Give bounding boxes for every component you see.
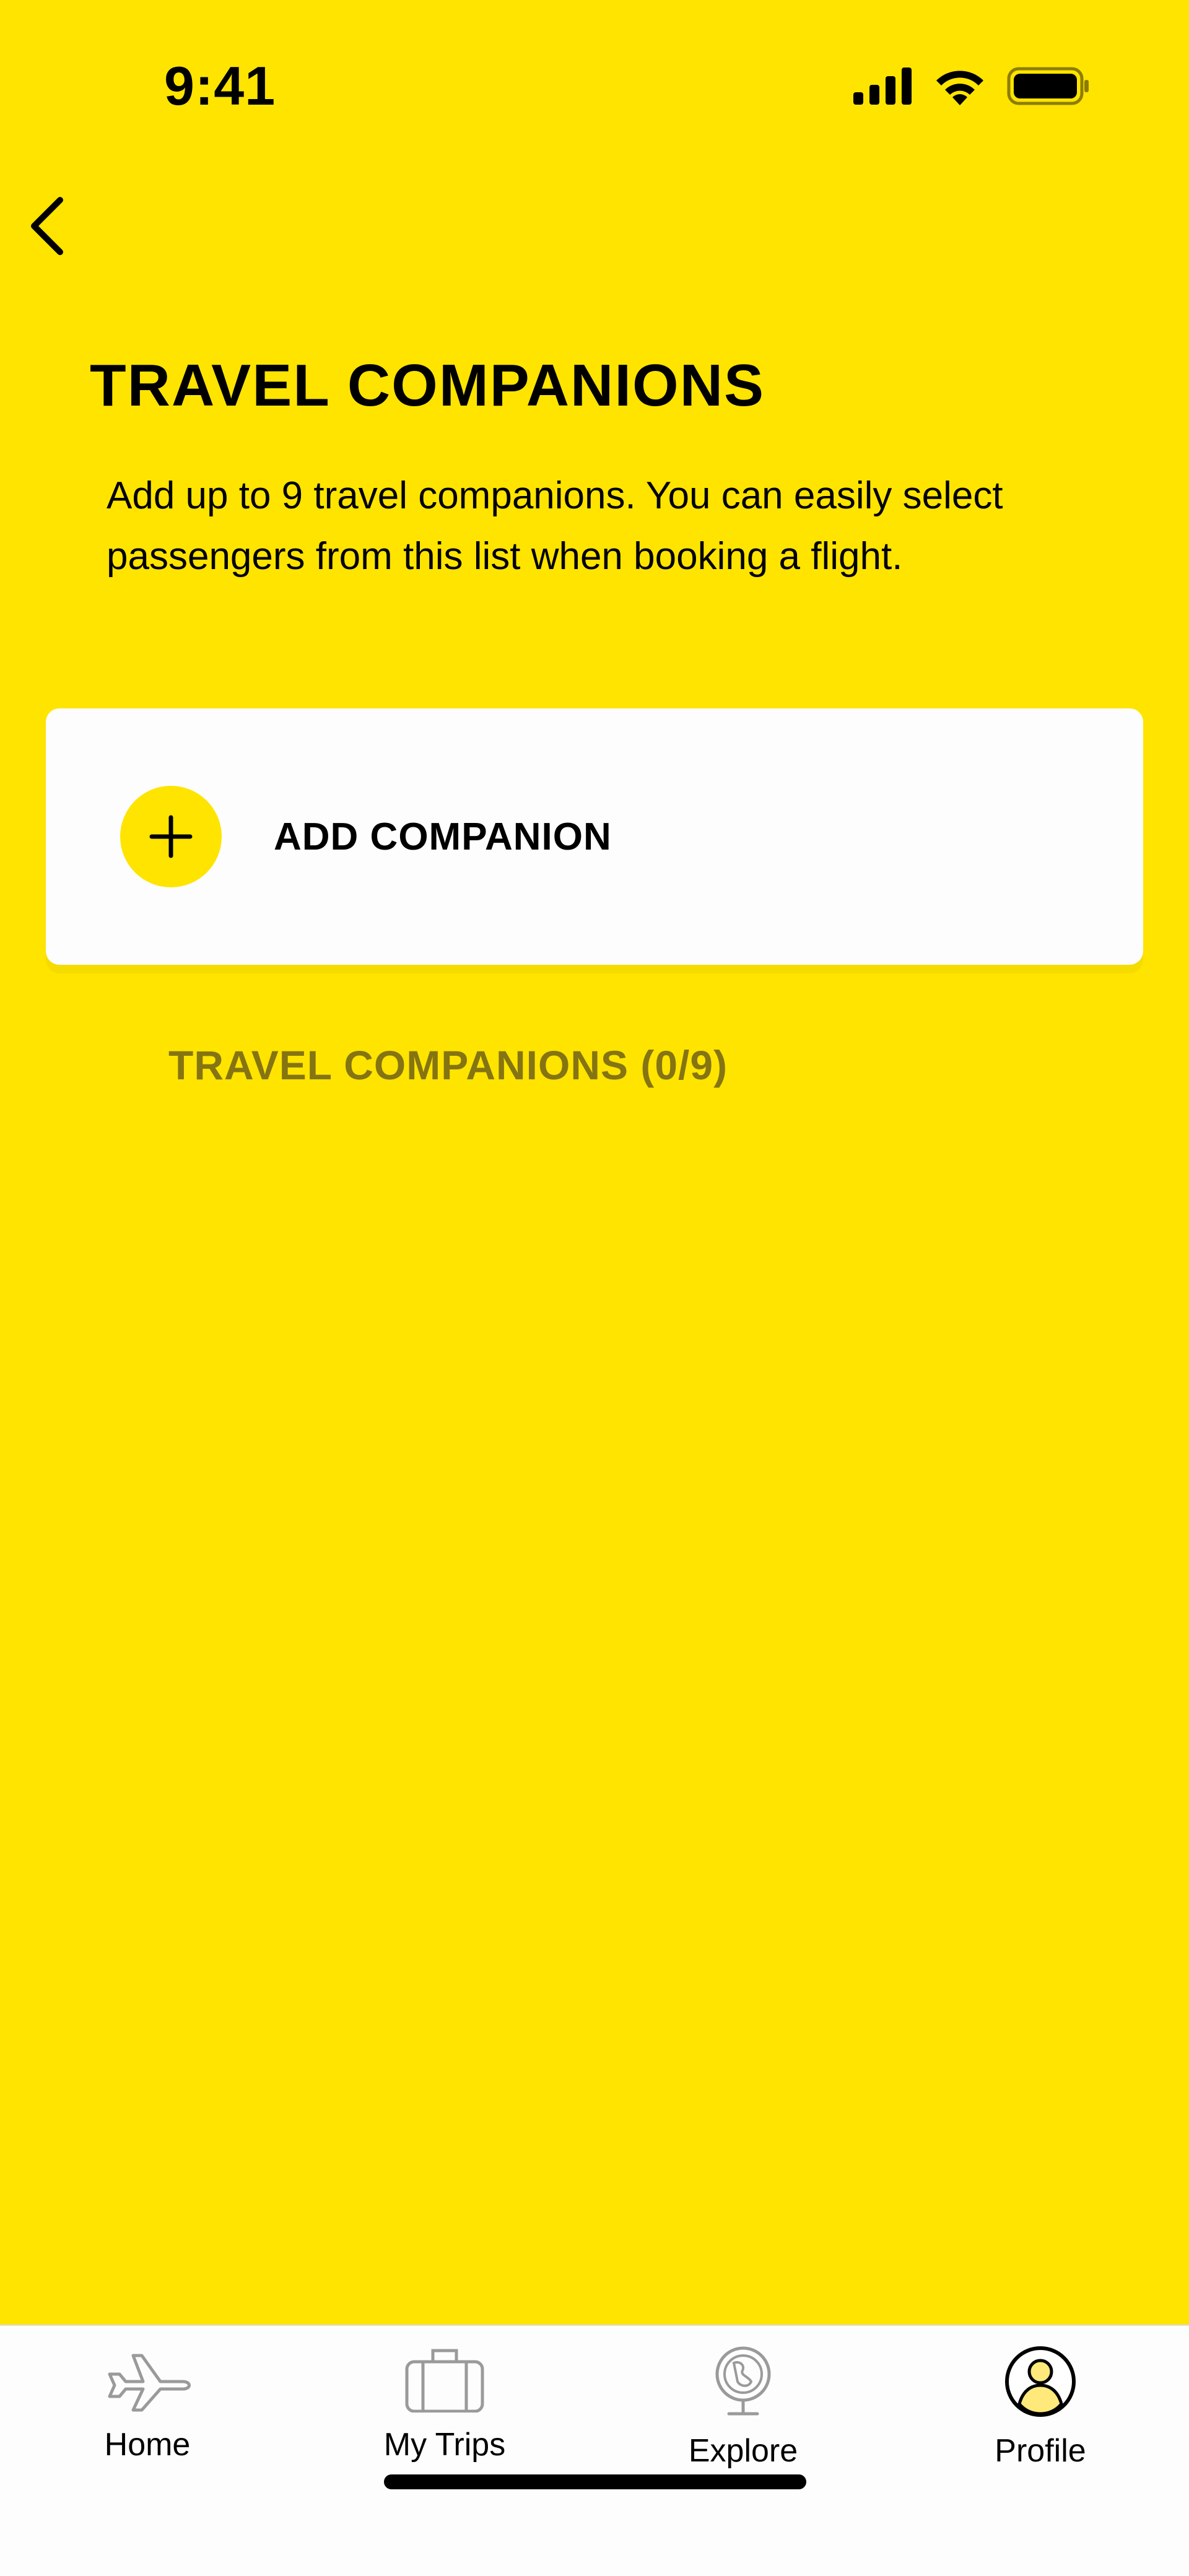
globe-icon [715, 2346, 771, 2416]
status-time: 9:41 [164, 55, 276, 116]
chevron-left-icon [31, 197, 63, 255]
tab-explore[interactable]: Explore [650, 2344, 836, 2487]
tab-home[interactable]: Home [54, 2344, 240, 2487]
back-button[interactable] [19, 192, 74, 260]
tab-profile-label: Profile [995, 2433, 1086, 2469]
add-companion-label: ADD COMPANION [274, 816, 612, 858]
profile-icon [1005, 2346, 1076, 2417]
signal-icon [853, 67, 912, 105]
add-circle [120, 786, 222, 887]
add-companion-button[interactable]: ADD COMPANION [46, 708, 1143, 965]
home-indicator [384, 2474, 806, 2489]
companions-count-label: TRAVEL COMPANIONS (0/9) [168, 1042, 728, 1088]
page-title: TRAVEL COMPANIONS [90, 352, 765, 419]
tab-my-trips[interactable]: My Trips [352, 2344, 538, 2487]
tab-home-label: Home [104, 2427, 191, 2463]
status-icons [853, 67, 1090, 105]
status-bar: 9:41 [0, 0, 1189, 149]
wifi-icon [936, 71, 983, 105]
plus-icon [149, 815, 193, 858]
tab-explore-label: Explore [688, 2433, 798, 2469]
airplane-icon [108, 2354, 191, 2412]
tab-my-trips-label: My Trips [383, 2427, 506, 2463]
battery-icon [1007, 67, 1089, 105]
suitcase-icon [405, 2349, 484, 2413]
tab-bar: Home My Trips Explore Profile [0, 2325, 1189, 2576]
page-description: Add up to 9 travel companions. You can e… [107, 474, 1003, 578]
tab-profile[interactable]: Profile [947, 2344, 1133, 2487]
